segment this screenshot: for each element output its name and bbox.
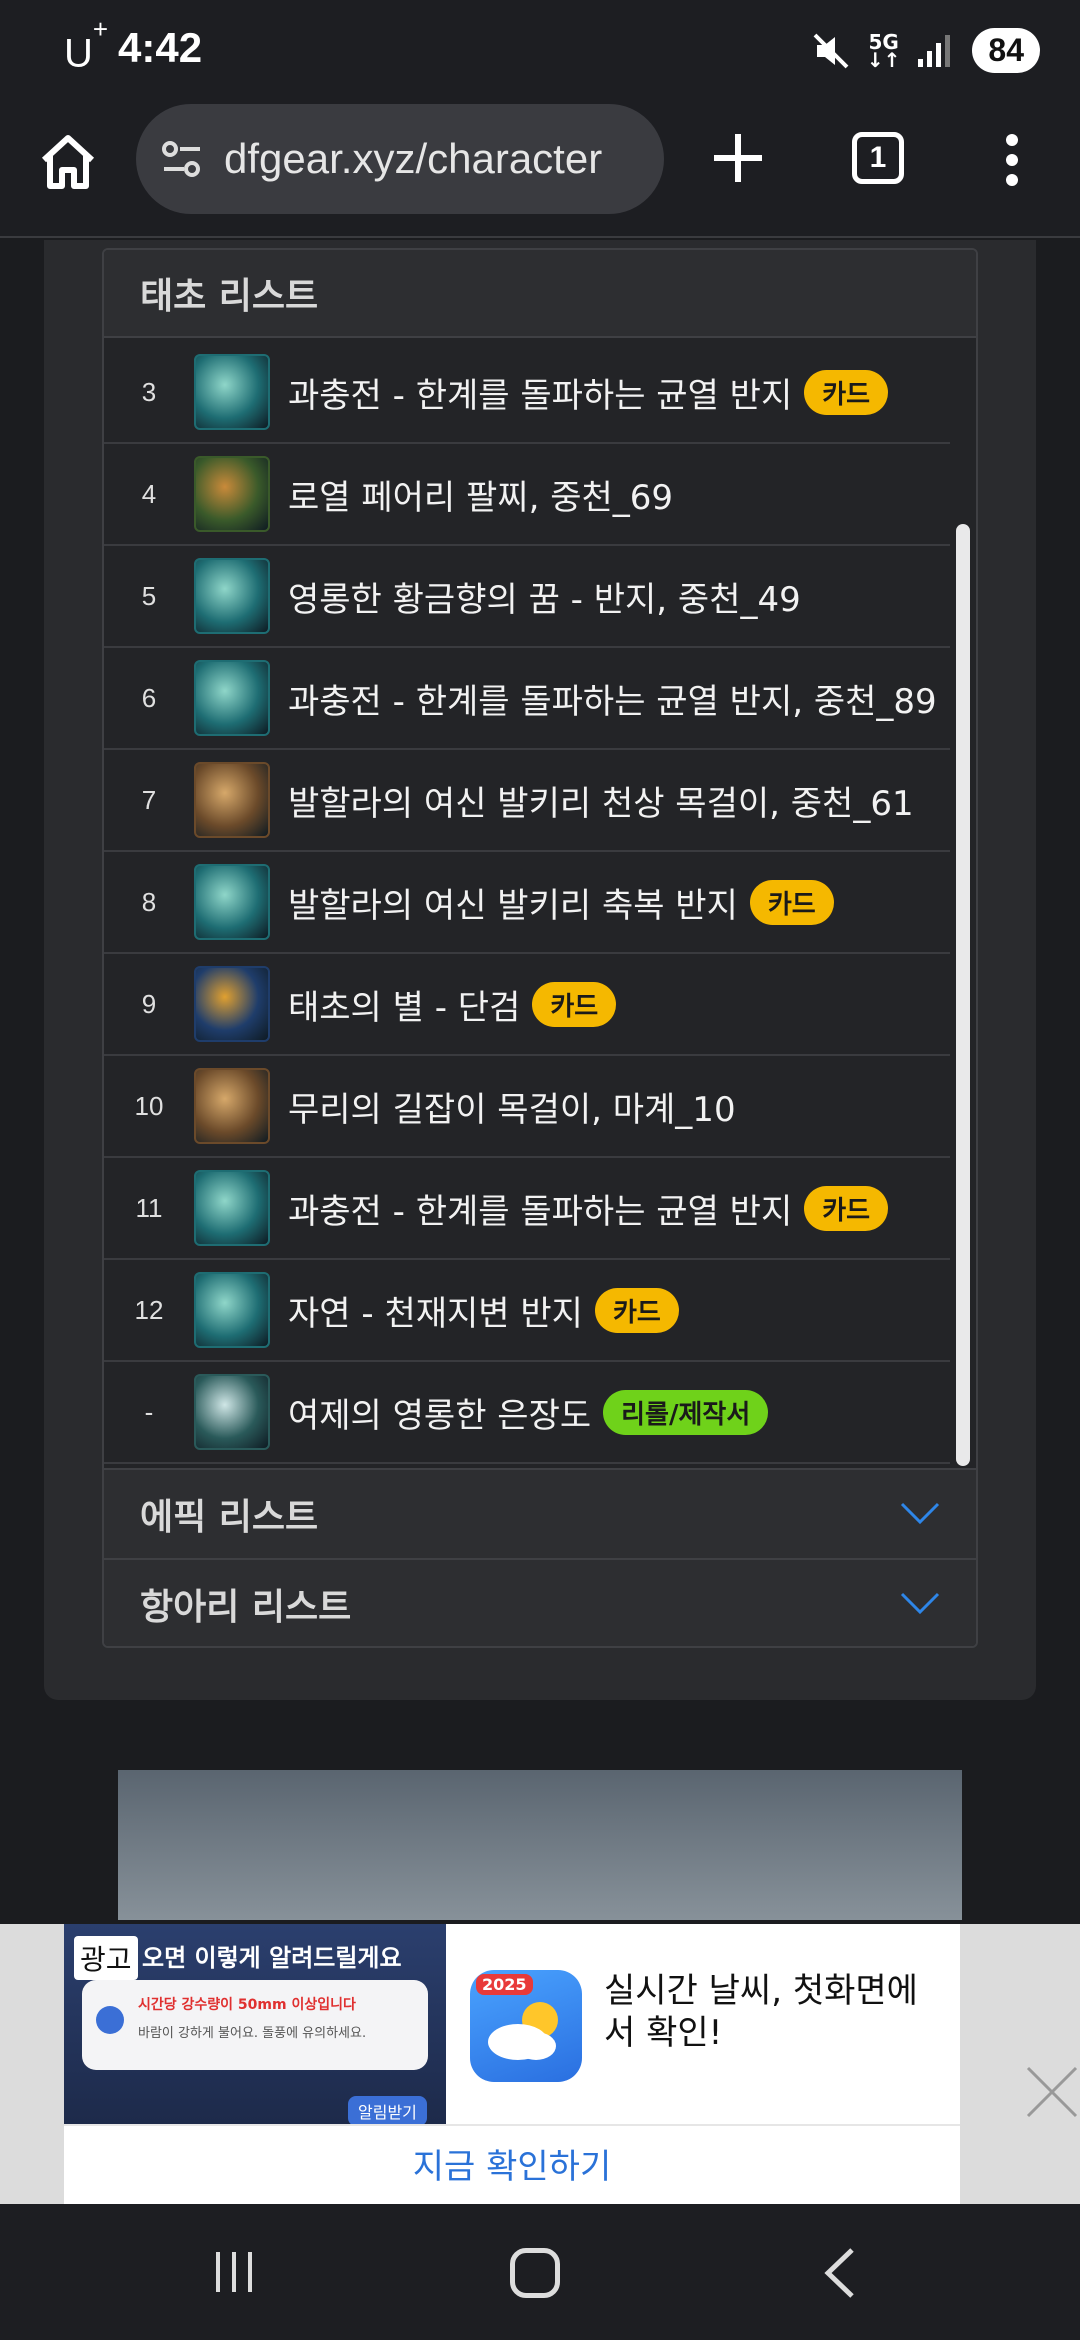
ring-icon[interactable] xyxy=(194,864,270,940)
item-list-panel: 태초 리스트 3 과충전 - 한계를 돌파하는 균열 반지 카드 4 로열 페어리 팔찌… xyxy=(102,248,978,1648)
weather-icon xyxy=(96,2006,124,2034)
list-item[interactable]: 6 과충전 - 한계를 돌파하는 균열 반지, 중천_89 xyxy=(104,648,950,750)
ad-visual[interactable]: 광고 오면 이렇게 알려드릴게요 시간당 강수량이 50mm 이상입니다 바람이… xyxy=(64,1924,446,2124)
item-name[interactable]: 무리의 길잡이 목걸이, 마계_10 xyxy=(288,1082,736,1131)
card-badge: 카드 xyxy=(804,369,889,415)
list-scrollbar[interactable] xyxy=(956,524,970,1466)
app-year-badge: 2025 xyxy=(476,1974,533,1995)
list-item[interactable]: 7 발할라의 여신 발키리 천상 목걸이, 중천_61 xyxy=(104,750,950,852)
ad-visual-title: 오면 이렇게 알려드릴게요 xyxy=(142,1944,402,1972)
chevron-down-icon[interactable] xyxy=(900,1502,940,1526)
web-page: 태초 리스트 3 과충전 - 한계를 돌파하는 균열 반지 카드 4 로열 페어리 팔찌… xyxy=(0,240,1080,1920)
status-icons: 5G ↓↑ 84 xyxy=(811,28,1040,73)
item-name[interactable]: 여제의 영롱한 은장도 xyxy=(288,1388,591,1437)
status-bar: U+ 4:42 5G ↓↑ 84 xyxy=(0,0,1080,100)
ring-icon[interactable] xyxy=(194,558,270,634)
ad-banner[interactable]: 광고 오면 이렇게 알려드릴게요 시간당 강수량이 50mm 이상입니다 바람이… xyxy=(0,1924,1080,2204)
ring-icon[interactable] xyxy=(194,660,270,736)
battery-badge: 84 xyxy=(972,28,1040,73)
item-name[interactable]: 과충전 - 한계를 돌파하는 균열 반지, 중천_89 xyxy=(288,674,937,723)
chevron-down-icon[interactable] xyxy=(900,1592,940,1616)
item-name[interactable]: 과충전 - 한계를 돌파하는 균열 반지 xyxy=(288,1184,792,1233)
card-badge: 카드 xyxy=(594,1287,679,1333)
ring-icon[interactable] xyxy=(194,1170,270,1246)
jar-list-title: 항아리 리스트 xyxy=(140,1587,352,1628)
ad-image[interactable] xyxy=(118,1770,962,1920)
card-badge: 카드 xyxy=(532,981,617,1027)
panel-title[interactable]: 태초 리스트 xyxy=(104,250,976,338)
list-item[interactable]: 12 자연 - 천재지변 반지 카드 xyxy=(104,1260,950,1362)
dagger-icon[interactable] xyxy=(194,966,270,1042)
ad-label: 광고 xyxy=(74,1936,138,1980)
clock: 4:42 xyxy=(118,24,203,71)
item-name[interactable]: 발할라의 여신 발키리 축복 반지 xyxy=(288,878,738,927)
more-menu-icon[interactable] xyxy=(1000,130,1024,190)
list-item[interactable]: 3 과충전 - 한계를 돌파하는 균열 반지 카드 xyxy=(104,342,950,444)
item-name[interactable]: 과충전 - 한계를 돌파하는 균열 반지 xyxy=(288,368,792,417)
jar-list-section[interactable]: 항아리 리스트 xyxy=(104,1558,976,1646)
browser-toolbar: dfgear.xyz/character 1 xyxy=(0,100,1080,238)
signal-icon xyxy=(918,34,951,67)
ring-icon[interactable] xyxy=(194,354,270,430)
item-rank: 8 xyxy=(141,886,157,917)
address-bar[interactable]: dfgear.xyz/character xyxy=(136,104,664,214)
necklace-icon[interactable] xyxy=(194,762,270,838)
knife-icon[interactable] xyxy=(194,1374,270,1450)
list-item[interactable]: 9 태초의 별 - 단검 카드 xyxy=(104,954,950,1056)
list-item[interactable]: 8 발할라의 여신 발키리 축복 반지 카드 xyxy=(104,852,950,954)
item-rank: 12 xyxy=(134,1294,164,1325)
close-icon[interactable] xyxy=(1024,2064,1080,2120)
list-item[interactable]: 10 무리의 길잡이 목걸이, 마계_10 xyxy=(104,1056,950,1158)
weather-app-icon[interactable]: 2025 xyxy=(470,1970,582,2082)
item-name[interactable]: 로열 페어리 팔찌, 중천_69 xyxy=(288,470,673,519)
item-rank: 4 xyxy=(141,478,157,509)
necklace-icon[interactable] xyxy=(194,1068,270,1144)
card-badge: 카드 xyxy=(804,1185,889,1231)
ad-content[interactable]: 광고 오면 이렇게 알려드릴게요 시간당 강수량이 50mm 이상입니다 바람이… xyxy=(64,1924,960,2204)
system-nav-bar xyxy=(0,2204,1080,2340)
ad-notify-button[interactable]: 알림받기 xyxy=(348,2096,427,2124)
epic-list-title: 에픽 리스트 xyxy=(140,1497,319,1538)
ring-icon[interactable] xyxy=(194,1272,270,1348)
item-rank: 3 xyxy=(141,376,157,407)
reroll-badge: 리롤/제작서 xyxy=(603,1389,769,1435)
tab-switcher-button[interactable]: 1 xyxy=(852,132,904,184)
item-list[interactable]: 3 과충전 - 한계를 돌파하는 균열 반지 카드 4 로열 페어리 팔찌, 중천_69… xyxy=(104,340,950,1467)
ad-cta-button[interactable]: 지금 확인하기 xyxy=(64,2124,960,2200)
ad-notice-card: 시간당 강수량이 50mm 이상입니다 바람이 강하게 불어요. 돌풍에 유의하… xyxy=(82,1980,428,2070)
item-rank: 5 xyxy=(141,580,157,611)
card-badge: 카드 xyxy=(749,879,834,925)
list-item[interactable]: 4 로열 페어리 팔찌, 중천_69 xyxy=(104,444,950,546)
home-button[interactable] xyxy=(510,2248,560,2298)
site-settings-icon[interactable] xyxy=(160,137,204,181)
list-item[interactable]: - 여제의 영롱한 은장도 리롤/제작서 xyxy=(104,1362,950,1464)
carrier-label: U+ xyxy=(64,14,109,76)
epic-list-section[interactable]: 에픽 리스트 xyxy=(104,1468,976,1558)
item-rank: 10 xyxy=(134,1090,164,1121)
item-name[interactable]: 태초의 별 - 단검 xyxy=(288,980,520,1029)
item-rank: 6 xyxy=(141,682,157,713)
item-name[interactable]: 자연 - 천재지변 반지 xyxy=(288,1286,583,1335)
item-name[interactable]: 발할라의 여신 발키리 천상 목걸이, 중천_61 xyxy=(288,776,914,825)
item-name[interactable]: 영롱한 황금향의 꿈 - 반지, 중천_49 xyxy=(288,572,801,621)
recent-apps-icon[interactable] xyxy=(212,2248,256,2296)
list-item[interactable]: 11 과충전 - 한계를 돌파하는 균열 반지 카드 xyxy=(104,1158,950,1260)
ad-notice-line2: 바람이 강하게 불어요. 돌풍에 유의하세요. xyxy=(138,2026,367,2041)
item-rank: 9 xyxy=(141,988,157,1019)
screen: U+ 4:42 5G ↓↑ 84 dfgear.xyz/character 1 태… xyxy=(0,0,1080,2340)
url-text: dfgear.xyz/character xyxy=(224,135,603,182)
ad-notice-line1: 시간당 강수량이 50mm 이상입니다 xyxy=(138,1997,356,2013)
item-rank: 7 xyxy=(141,784,157,815)
back-icon[interactable] xyxy=(822,2246,856,2300)
item-rank: 11 xyxy=(135,1192,163,1223)
ad-headline[interactable]: 실시간 날씨, 첫화면에서 확인! xyxy=(604,1970,924,2054)
bracelet-icon[interactable] xyxy=(194,456,270,532)
list-item[interactable]: 5 영롱한 황금향의 꿈 - 반지, 중천_49 xyxy=(104,546,950,648)
item-rank: - xyxy=(144,1396,154,1427)
home-icon[interactable] xyxy=(36,130,100,194)
mute-icon xyxy=(813,33,849,68)
new-tab-icon[interactable] xyxy=(708,128,768,188)
network-type: 5G ↓↑ xyxy=(866,29,901,72)
